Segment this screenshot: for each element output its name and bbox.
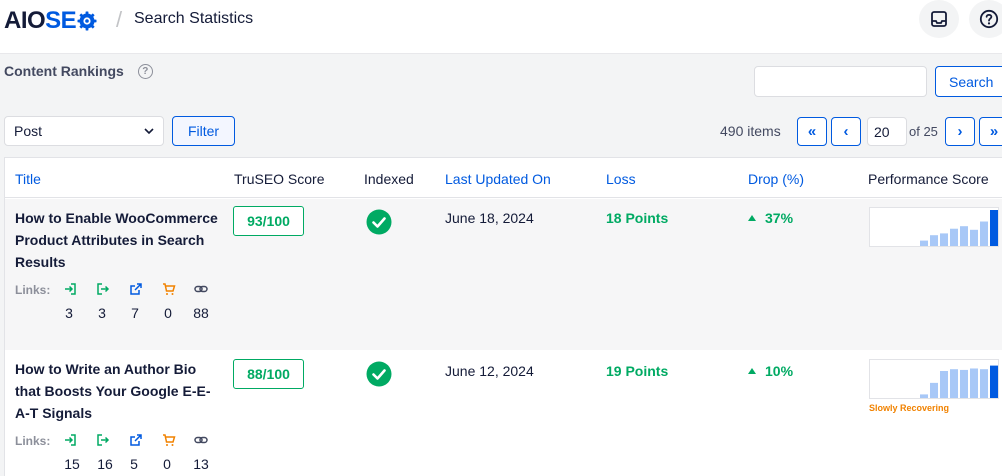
table-row: How to Enable WooCommerce Product Attrib…	[5, 199, 1002, 350]
column-performance-score: Performance Score	[868, 171, 989, 187]
drop-value: 37%	[748, 210, 793, 226]
column-loss[interactable]: Loss	[606, 171, 636, 187]
next-page-button[interactable]: ›	[945, 117, 975, 146]
performance-bar	[970, 368, 978, 398]
chain-link-icon	[194, 285, 208, 293]
content-rankings-table: Title TruSEO Score Indexed Last Updated …	[4, 157, 1002, 476]
drop-percent: 37%	[765, 210, 794, 226]
performance-bar	[990, 210, 998, 246]
post-type-selected: Post	[14, 123, 43, 139]
links-internal-out-count: 16	[97, 456, 113, 472]
performance-bar	[980, 369, 988, 398]
items-count: 490 items	[720, 123, 781, 139]
top-bar: AIO SE / Search Statistics	[0, 0, 1002, 54]
performance-bar	[940, 233, 948, 246]
performance-bar	[930, 235, 938, 246]
chain-link-icon	[194, 436, 208, 444]
performance-bar	[970, 229, 978, 246]
indexed-check-icon	[366, 361, 392, 387]
internal-link-in-icon	[65, 283, 76, 295]
last-updated-date: June 12, 2024	[445, 363, 534, 379]
table-header: Title TruSEO Score Indexed Last Updated …	[5, 158, 1002, 198]
logo-text-dark: AIO	[4, 7, 46, 34]
drop-percent: 10%	[765, 363, 794, 379]
performance-bar	[960, 226, 968, 246]
links-external-count: 7	[131, 305, 139, 321]
arrow-up-icon	[748, 215, 756, 221]
total-pages-label: of 25	[909, 124, 938, 139]
column-truseo-score: TruSEO Score	[234, 171, 325, 187]
links-total-count: 13	[193, 456, 209, 472]
help-tooltip-icon[interactable]: ?	[137, 63, 153, 79]
loss-value: 18 Points	[606, 210, 669, 226]
last-page-button[interactable]: »	[979, 117, 1002, 146]
truseo-score-badge: 88/100	[233, 359, 304, 389]
breadcrumb-separator: /	[116, 7, 123, 32]
search-input[interactable]	[754, 66, 927, 97]
external-link-icon	[130, 434, 142, 446]
first-page-button[interactable]: «	[797, 117, 827, 146]
post-type-select[interactable]: Post	[4, 116, 164, 146]
internal-link-out-icon	[97, 283, 110, 295]
indexed-check-icon	[366, 209, 392, 235]
links-label: Links:	[15, 283, 51, 297]
post-title-link[interactable]: How to Enable WooCommerce Product Attrib…	[15, 207, 220, 273]
chevron-down-icon	[144, 128, 154, 135]
column-title[interactable]: Title	[15, 171, 41, 187]
loss-value: 19 Points	[606, 363, 669, 379]
help-button[interactable]	[969, 0, 1002, 38]
shopping-cart-icon	[163, 434, 176, 446]
internal-link-out-icon	[97, 434, 110, 446]
performance-bar	[950, 228, 958, 246]
performance-bar	[950, 369, 958, 398]
performance-bar	[920, 394, 928, 398]
filter-button[interactable]: Filter	[172, 116, 235, 146]
links-label: Links:	[15, 434, 51, 448]
performance-bars	[920, 365, 998, 398]
section-title: Content Rankings	[4, 63, 124, 79]
column-indexed: Indexed	[364, 171, 414, 187]
previous-page-button[interactable]: ‹	[831, 117, 861, 146]
notifications-button[interactable]	[919, 0, 959, 38]
last-updated-date: June 18, 2024	[445, 210, 534, 226]
performance-score-chart	[869, 359, 999, 399]
performance-bar	[940, 371, 948, 398]
post-title-link[interactable]: How to Write an Author Bio that Boosts Y…	[15, 358, 220, 424]
truseo-score-badge: 93/100	[233, 206, 304, 236]
search-button[interactable]: Search	[935, 66, 1002, 97]
links-affiliate-count: 0	[164, 305, 172, 321]
aioseo-logo: AIO SE	[4, 7, 97, 35]
shopping-cart-icon	[163, 283, 176, 295]
arrow-up-icon	[748, 368, 756, 374]
table-row: How to Write an Author Bio that Boosts Y…	[5, 350, 1002, 476]
performance-score-chart	[869, 207, 999, 247]
column-last-updated[interactable]: Last Updated On	[445, 171, 551, 187]
column-drop[interactable]: Drop (%)	[748, 171, 804, 187]
performance-bar	[980, 221, 988, 246]
performance-bar	[920, 240, 928, 246]
page-title: Search Statistics	[134, 10, 254, 27]
performance-bar	[990, 365, 998, 398]
links-internal-out-count: 3	[98, 305, 106, 321]
inbox-icon	[931, 11, 947, 27]
logo-text-blue: SE	[45, 7, 77, 34]
internal-link-in-icon	[65, 434, 76, 446]
performance-status-label: Slowly Recovering	[869, 403, 950, 413]
links-internal-in-count: 15	[64, 456, 80, 472]
links-total-count: 88	[193, 305, 209, 321]
links-internal-in-count: 3	[65, 305, 73, 321]
question-circle-icon	[979, 9, 999, 29]
performance-bars	[920, 210, 998, 246]
performance-bar	[930, 382, 938, 398]
performance-bar	[960, 369, 968, 398]
content-rankings-heading: Content Rankings ?	[4, 63, 153, 79]
logo-gear-icon	[77, 11, 97, 31]
links-external-count: 5	[130, 456, 138, 472]
drop-value: 10%	[748, 363, 793, 379]
current-page-input[interactable]: 20	[867, 117, 907, 146]
links-affiliate-count: 0	[163, 456, 171, 472]
external-link-icon	[130, 283, 142, 295]
